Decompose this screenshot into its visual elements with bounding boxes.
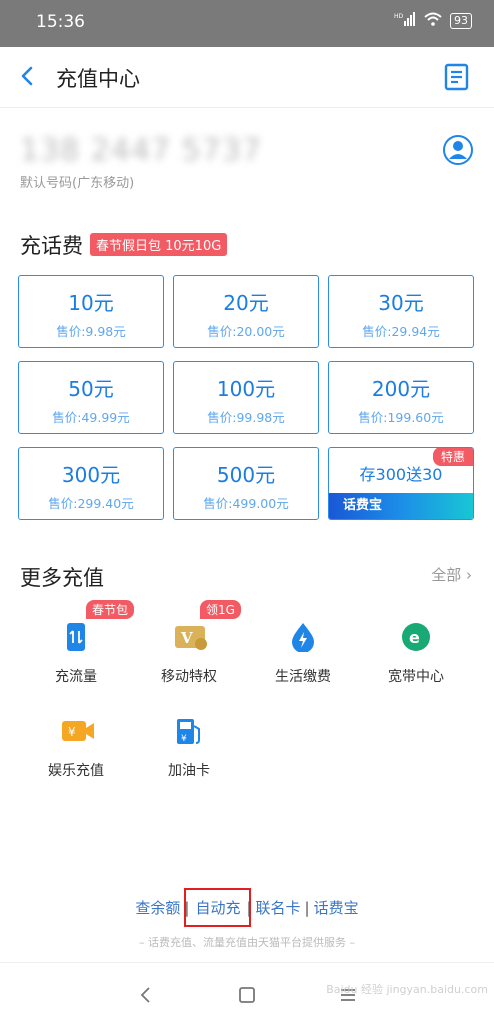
amount-card[interactable]: 30元售价:29.94元 (328, 275, 474, 348)
check-balance-link[interactable]: 查余额 (135, 897, 180, 918)
contacts-icon[interactable] (442, 134, 474, 166)
amount-price: 售价:299.40元 (48, 496, 134, 511)
svg-text:V: V (180, 629, 193, 647)
status-time: 15:36 (36, 12, 85, 32)
service-label: 移动特权 (161, 669, 217, 685)
amount-price: 售价:29.94元 (362, 324, 440, 339)
service-label: 生活缴费 (275, 669, 331, 685)
svg-text:HD: HD (394, 13, 404, 20)
page-title: 充值中心 (56, 67, 140, 91)
huafeibao-link[interactable]: 话费宝 (314, 897, 359, 918)
amount-price: 售价:499.00元 (203, 496, 289, 511)
promo-tag[interactable]: 春节假日包 10元10G (90, 233, 228, 256)
nav-home-icon[interactable] (237, 985, 257, 1005)
more-recharge-title: 更多充值 (20, 566, 104, 590)
amount-card[interactable]: 20元售价:20.00元 (173, 275, 319, 348)
phone-number-block[interactable]: 138 2447 5737 默认号码(广东移动) (20, 133, 262, 191)
amount-price: 售价:9.98元 (56, 324, 126, 339)
amount-value: 20元 (223, 291, 269, 315)
amount-value: 200元 (371, 377, 431, 401)
system-nav-bar: Baidu 经验 jingyan.baidu.com (0, 962, 494, 1025)
amount-card[interactable]: 50元售价:49.99元 (18, 361, 164, 434)
data-recharge-icon (61, 622, 91, 652)
amount-value: 30元 (378, 291, 424, 315)
amount-value: 50元 (68, 377, 114, 401)
service-label: 娱乐充值 (48, 763, 104, 779)
amount-price: 售价:49.99元 (52, 410, 130, 425)
amount-price: 售价:20.00元 (207, 324, 285, 339)
amount-price: 售价:199.60元 (358, 410, 444, 425)
amount-value: 10元 (68, 291, 114, 315)
footer-links: 查余额 | 自动充 | 联名卡 | 话费宝 (0, 888, 494, 927)
co-branded-card-link[interactable]: 联名卡 (256, 897, 301, 918)
service-label: 宽带中心 (388, 669, 444, 685)
bill-record-icon[interactable] (444, 62, 470, 92)
phone-number[interactable]: 138 2447 5737 (20, 133, 262, 168)
svg-text:¥: ¥ (181, 734, 187, 744)
recharge-amount-grid: 10元售价:9.98元 20元售价:20.00元 30元售价:29.94元 50… (18, 275, 474, 520)
link-separator: | (184, 899, 190, 917)
amount-value: 300元 (61, 463, 121, 487)
special-offer-card[interactable]: 特惠 存300送30 话费宝 (328, 447, 474, 520)
service-label: 充流量 (55, 669, 97, 685)
utility-bills-icon (288, 622, 318, 653)
view-all-link[interactable]: 全部 › (431, 564, 472, 585)
baidu-watermark: Baidu 经验 jingyan.baidu.com (326, 983, 488, 996)
status-bar: 15:36 HD 93 (0, 0, 494, 47)
status-icons: HD 93 (394, 12, 472, 29)
phone-carrier-label: 默认号码(广东移动) (20, 176, 135, 191)
service-label: 加油卡 (168, 763, 210, 779)
service-provider-note: – 话费充值、流量充值由天猫平台提供服务 – (139, 936, 355, 949)
amount-card[interactable]: 500元售价:499.00元 (173, 447, 319, 520)
chevron-right-icon: › (461, 566, 472, 584)
special-offer-tag: 特惠 (432, 448, 473, 466)
service-utility-bills[interactable]: 生活缴费 (253, 622, 353, 686)
view-all-label: 全部 (431, 566, 462, 584)
service-entertainment-recharge[interactable]: ¥ 娱乐充值 (26, 716, 126, 780)
wifi-icon (424, 12, 442, 29)
recharge-section-title: 充话费 (20, 234, 83, 258)
amount-card[interactable]: 10元售价:9.98元 (18, 275, 164, 348)
back-icon[interactable] (14, 61, 42, 91)
fuel-card-icon: ¥ (174, 716, 204, 746)
top-nav-bar: 充值中心 (0, 47, 494, 108)
broadband-icon: e (401, 622, 431, 652)
amount-card[interactable]: 100元售价:99.98元 (173, 361, 319, 434)
service-badge: 春节包 (86, 600, 135, 619)
svg-text:e: e (409, 628, 420, 647)
battery-icon: 93 (450, 12, 472, 29)
service-badge: 领1G (200, 600, 241, 619)
service-data-recharge[interactable]: 充流量 (26, 622, 126, 686)
privilege-icon: V (174, 622, 207, 652)
service-fuel-card[interactable]: ¥ 加油卡 (139, 716, 239, 780)
link-separator: | (246, 899, 252, 917)
signal-icon: HD (394, 12, 416, 29)
auto-recharge-link[interactable]: 自动充 (184, 888, 252, 927)
amount-card[interactable]: 200元售价:199.60元 (328, 361, 474, 434)
amount-price: 售价:99.98元 (207, 410, 285, 425)
amount-value: 500元 (216, 463, 276, 487)
entertainment-icon: ¥ (61, 716, 94, 746)
huafeibao-banner: 话费宝 (329, 493, 473, 519)
link-separator: | (304, 899, 310, 917)
svg-text:¥: ¥ (68, 725, 76, 739)
service-broadband-center[interactable]: e 宽带中心 (366, 622, 466, 686)
amount-value: 100元 (216, 377, 276, 401)
nav-back-icon[interactable] (136, 985, 156, 1005)
amount-card[interactable]: 300元售价:299.40元 (18, 447, 164, 520)
service-mobile-privilege[interactable]: V 移动特权 (139, 622, 239, 686)
